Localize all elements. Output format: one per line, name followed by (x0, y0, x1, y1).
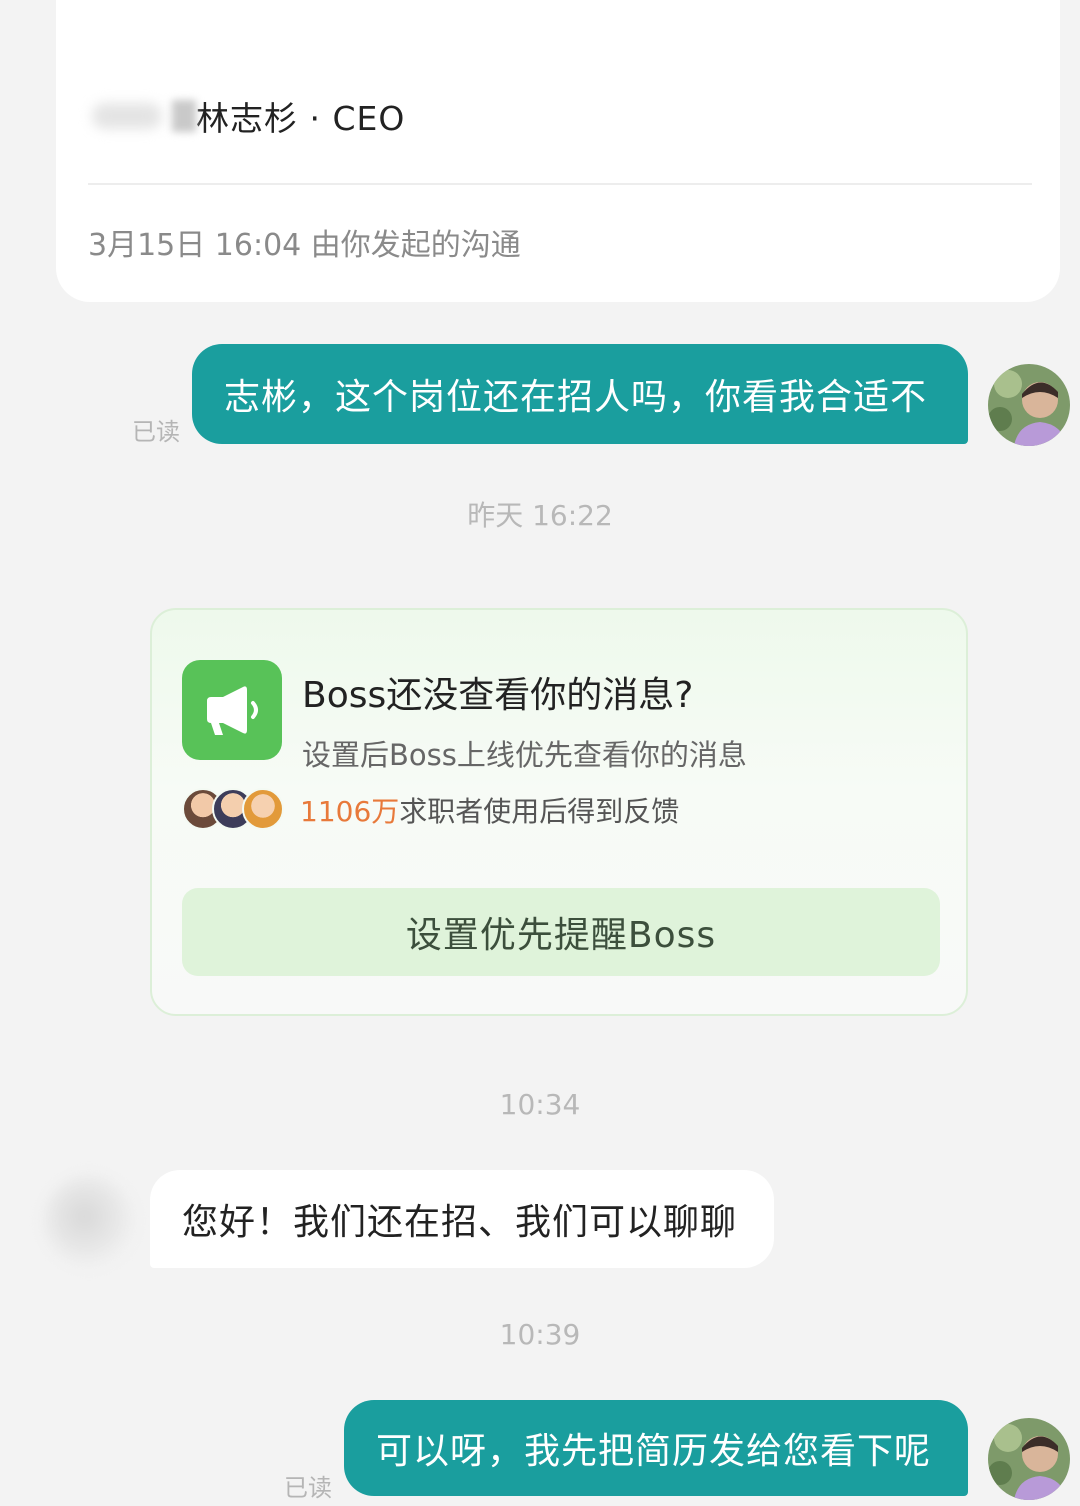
contact-line: 林志杉 · CEO (92, 92, 405, 140)
stat-number: 1106万 (300, 795, 400, 828)
my-avatar[interactable] (988, 364, 1070, 446)
promo-stats: 1106万 求职者使用后得到反馈 (182, 788, 679, 832)
timestamp: 昨天 16:22 (467, 499, 613, 532)
user-avatars-group (182, 788, 292, 832)
blurred-surname (172, 100, 196, 132)
stat-text: 求职者使用后得到反馈 (399, 795, 680, 828)
header-divider (88, 183, 1032, 185)
avatar-photo-icon (988, 364, 1070, 446)
contact-name: 林志杉 · CEO (196, 99, 406, 138)
promo-icon-tile (182, 660, 282, 760)
set-priority-reminder-button[interactable]: 设置优先提醒Boss (182, 888, 940, 976)
message-text: 您好！我们还在招、我们可以聊聊 (182, 1202, 738, 1243)
megaphone-icon (207, 686, 258, 735)
read-status: 已读 (284, 1474, 332, 1502)
message-text: 志彬，这个岗位还在招人吗，你看我合适不 (224, 377, 928, 418)
sent-message-bubble[interactable]: 可以呀，我先把简历发给您看下呢 (344, 1400, 968, 1496)
promo-title: Boss还没查看你的消息? (302, 675, 694, 716)
received-message-bubble[interactable]: 您好！我们还在招、我们可以聊聊 (150, 1170, 774, 1268)
user-avatar-icon (242, 788, 284, 830)
my-avatar[interactable] (988, 1418, 1070, 1500)
contact-avatar[interactable] (44, 1176, 134, 1266)
conversation-origin: 3月15日 16:04 由你发起的沟通 (88, 228, 521, 263)
avatar-photo-icon (988, 1418, 1070, 1500)
timestamp: 10:34 (499, 1088, 581, 1121)
sent-message-bubble[interactable]: 志彬，这个岗位还在招人吗，你看我合适不 (192, 344, 968, 444)
timestamp: 10:39 (499, 1318, 581, 1351)
priority-reminder-card: Boss还没查看你的消息? 设置后Boss上线优先查看你的消息 1106万 求职… (150, 608, 968, 1016)
message-text: 可以呀，我先把简历发给您看下呢 (376, 1431, 932, 1472)
blurred-company-name (92, 103, 162, 129)
promo-subtitle: 设置后Boss上线优先查看你的消息 (302, 738, 747, 772)
read-status: 已读 (132, 418, 180, 446)
